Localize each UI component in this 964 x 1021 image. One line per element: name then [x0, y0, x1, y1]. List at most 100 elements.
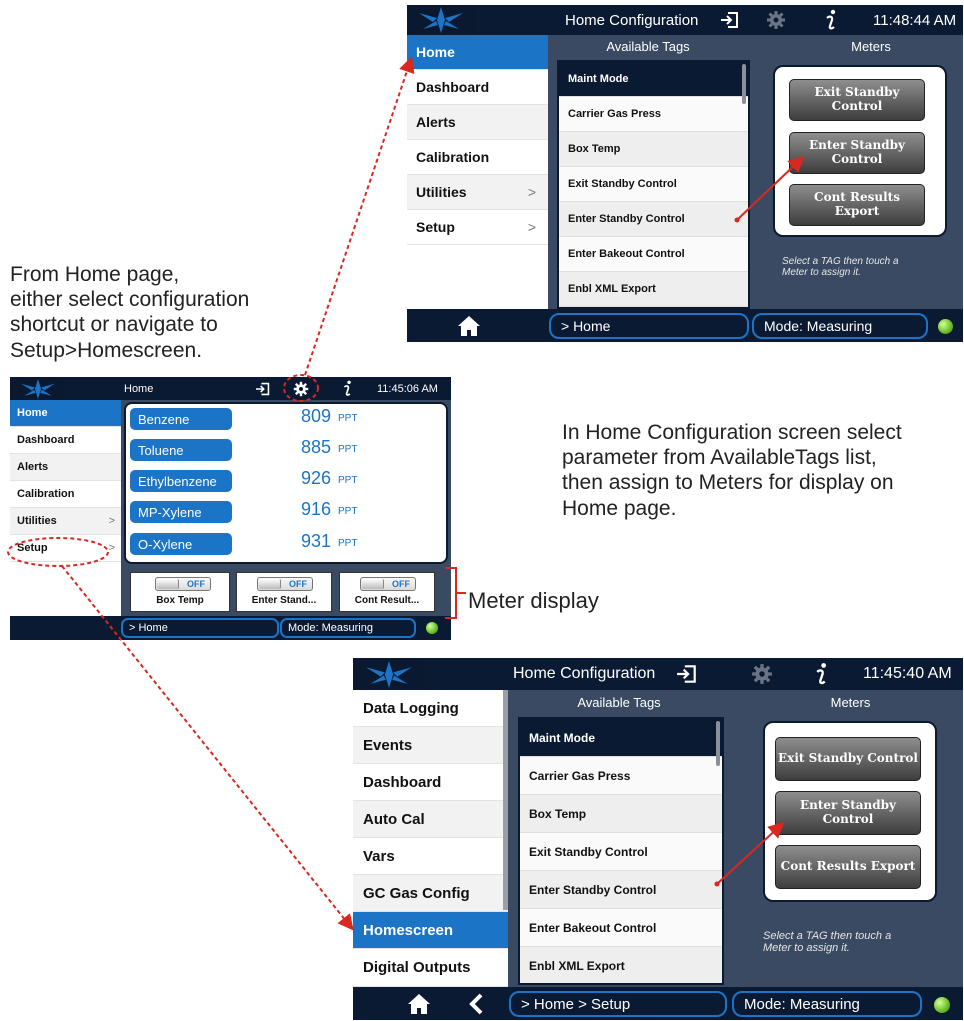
sidebar-item-vars[interactable]: Vars — [353, 838, 508, 875]
tag-item[interactable]: Maint Mode — [520, 719, 722, 757]
meter-toggle[interactable]: OFF — [360, 577, 416, 591]
chevron-right-icon: > — [108, 515, 115, 527]
sidebar-item-calibration[interactable]: Calibration — [10, 481, 121, 508]
right-note-line: Home page. — [562, 496, 677, 520]
scrollbar[interactable] — [742, 64, 746, 104]
left-note-line: either select configuration — [10, 288, 250, 312]
parameter-name-button[interactable]: MP-Xylene — [130, 501, 232, 523]
meter-button[interactable]: Exit Standby Control — [789, 79, 925, 121]
sidebar-item-utilities[interactable]: Utilities > — [407, 175, 548, 210]
sidebar-item-gc-gas-config[interactable]: GC Gas Config — [353, 875, 508, 912]
sidebar-item-label: Auto Cal — [363, 810, 425, 828]
tag-item[interactable]: Box Temp — [559, 132, 748, 167]
tag-item[interactable]: Carrier Gas Press — [559, 97, 748, 132]
gear-icon[interactable] — [748, 658, 776, 690]
sidebar-item-events[interactable]: Events — [353, 727, 508, 764]
back-icon[interactable] — [461, 987, 491, 1020]
tag-item[interactable]: Enter Standby Control — [520, 871, 722, 909]
meter-toggle[interactable]: OFF — [155, 577, 211, 591]
parameter-name-button[interactable]: Toluene — [130, 439, 232, 461]
exit-icon[interactable] — [717, 5, 743, 35]
meter-card[interactable]: OFF Enter Stand... — [236, 572, 332, 612]
parameter-name-button[interactable]: O-Xylene — [130, 533, 232, 555]
meter-card[interactable]: OFF Box Temp — [130, 572, 230, 612]
breadcrumb[interactable]: > Home — [121, 618, 279, 638]
sidebar-item-utilities[interactable]: Utilities > — [10, 508, 121, 535]
mode-status: Mode: Measuring — [280, 618, 416, 638]
chevron-right-icon: > — [108, 542, 115, 554]
gear-icon[interactable] — [291, 377, 311, 400]
home-icon[interactable] — [401, 987, 437, 1020]
sidebar-item-homescreen[interactable]: Homescreen — [353, 912, 508, 949]
mode-status: Mode: Measuring — [732, 991, 922, 1017]
top-bar: Home Configuration 11:45:40 AM — [353, 658, 963, 690]
tag-item[interactable]: Enter Bakeout Control — [520, 909, 722, 947]
parameter-name-button[interactable]: Ethylbenzene — [130, 470, 232, 492]
meter-button[interactable]: Cont Results Export — [789, 184, 925, 226]
sidebar-item-label: Calibration — [416, 149, 490, 165]
meter-label: Cont Result... — [354, 595, 420, 606]
sidebar-item-label: Alerts — [416, 114, 456, 130]
chevron-right-icon: > — [527, 184, 536, 200]
meter-toggle[interactable]: OFF — [257, 577, 313, 591]
breadcrumb[interactable]: > Home — [549, 313, 749, 339]
meter-card[interactable]: OFF Cont Result... — [339, 572, 435, 612]
sidebar: Data Logging Events Dashboard Auto Cal V… — [353, 690, 508, 987]
sidebar-item-label: Vars — [363, 847, 395, 865]
home-icon[interactable] — [451, 309, 487, 342]
tag-item[interactable]: Exit Standby Control — [559, 167, 748, 202]
available-tags-list[interactable]: Maint Mode Carrier Gas Press Box Temp Ex… — [557, 60, 750, 309]
available-tags-list[interactable]: Maint Mode Carrier Gas Press Box Temp Ex… — [518, 717, 724, 985]
clock: 11:48:44 AM — [873, 11, 957, 29]
exit-icon[interactable] — [253, 377, 273, 400]
sidebar-item-alerts[interactable]: Alerts — [407, 105, 548, 140]
sidebar-item-dashboard[interactable]: Dashboard — [407, 70, 548, 105]
info-icon[interactable] — [821, 5, 841, 35]
meter-button[interactable]: Exit Standby Control — [775, 737, 921, 781]
sidebar-item-home[interactable]: Home — [10, 400, 121, 427]
sidebar-item-label: Dashboard — [416, 79, 490, 95]
meter-button[interactable]: Cont Results Export — [775, 845, 921, 889]
arrow-gear-to-top-screen — [304, 56, 415, 376]
info-icon[interactable] — [339, 377, 355, 400]
sidebar-item-setup[interactable]: Setup > — [407, 210, 548, 245]
tag-item[interactable]: Enter Bakeout Control — [559, 237, 748, 272]
sidebar-item-label: Setup — [17, 542, 48, 554]
sidebar-item-label: Homescreen — [363, 921, 454, 939]
sidebar-item-data-logging[interactable]: Data Logging — [353, 690, 508, 727]
page-title: Home Configuration — [513, 665, 656, 682]
toggle-state: OFF — [187, 579, 205, 589]
breadcrumb[interactable]: > Home > Setup — [509, 991, 727, 1017]
gear-icon[interactable] — [763, 5, 789, 35]
tag-item[interactable]: Carrier Gas Press — [520, 757, 722, 795]
sidebar-item-calibration[interactable]: Calibration — [407, 140, 548, 175]
meter-button[interactable]: Enter Standby Control — [775, 791, 921, 835]
sidebar-item-alerts[interactable]: Alerts — [10, 454, 121, 481]
sidebar-item-auto-cal[interactable]: Auto Cal — [353, 801, 508, 838]
sidebar-item-setup[interactable]: Setup > — [10, 535, 121, 562]
scrollbar[interactable] — [716, 721, 720, 766]
parameter-value: 809 — [300, 406, 331, 426]
right-note-line: In Home Configuration screen select — [562, 421, 902, 444]
meter-button[interactable]: Enter Standby Control — [789, 132, 925, 174]
available-tags-header: Available Tags — [606, 39, 690, 54]
sidebar-item-label: Home — [17, 407, 48, 419]
sidebar-item-label: GC Gas Config — [363, 884, 470, 902]
tag-item[interactable]: Maint Mode — [559, 62, 748, 97]
tag-item[interactable]: Box Temp — [520, 795, 722, 833]
sidebar-item-label: Dashboard — [17, 434, 75, 446]
info-icon[interactable] — [811, 658, 831, 690]
sidebar-item-dashboard[interactable]: Dashboard — [353, 764, 508, 801]
sidebar-item-label: Setup — [416, 219, 455, 235]
tag-item[interactable]: Enbl XML Export — [559, 272, 748, 307]
exit-icon[interactable] — [673, 658, 701, 690]
status-led-icon — [938, 319, 953, 334]
sidebar-item-dashboard[interactable]: Dashboard — [10, 427, 121, 454]
parameter-name-button[interactable]: Benzene — [130, 408, 232, 430]
parameter-value: 931 — [300, 531, 331, 551]
tag-item[interactable]: Enbl XML Export — [520, 947, 722, 983]
sidebar-item-home[interactable]: Home — [407, 35, 548, 70]
sidebar-item-digital-outputs[interactable]: Digital Outputs — [353, 949, 508, 987]
tag-item[interactable]: Exit Standby Control — [520, 833, 722, 871]
tag-item[interactable]: Enter Standby Control — [559, 202, 748, 237]
